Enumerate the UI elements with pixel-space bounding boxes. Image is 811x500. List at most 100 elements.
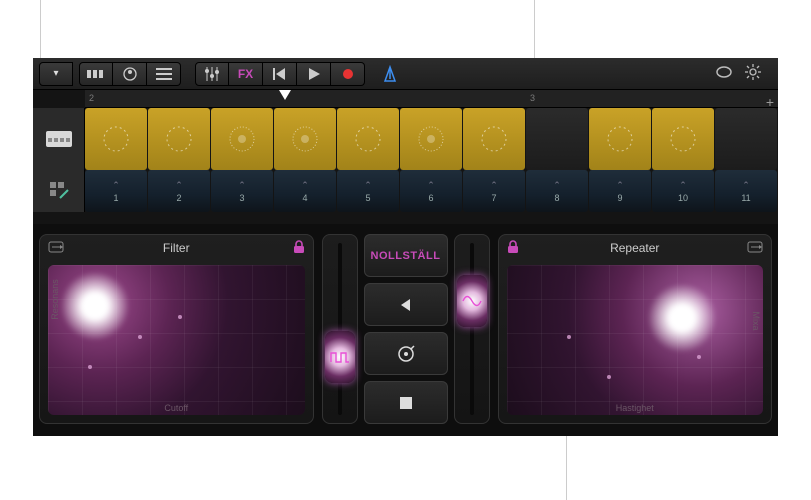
triangle-down-icon: ▾	[53, 68, 58, 79]
xy-grid	[507, 265, 764, 415]
loop-cell-10[interactable]	[652, 108, 714, 170]
step-sequencer-row: ⌃1 ⌃2 ⌃3 ⌃4 ⌃5 ⌃6 ⌃7 ⌃8 ⌃9 ⌃10 ⌃11	[33, 170, 778, 212]
playhead-icon[interactable]	[279, 90, 291, 100]
xy-touch-point	[647, 283, 717, 353]
step-11[interactable]: ⌃ 11	[715, 170, 777, 212]
step-4[interactable]: ⌃4	[274, 170, 336, 212]
step-number: 2	[176, 193, 181, 203]
loop-cell-4[interactable]	[274, 108, 336, 170]
loop-cell-7[interactable]	[463, 108, 525, 170]
step-6[interactable]: ⌃6	[400, 170, 462, 212]
scratch-button[interactable]	[364, 332, 448, 375]
repeater-x-axis-label: Hastighet	[616, 403, 654, 413]
reverse-play-icon	[398, 297, 414, 313]
ruler-mark-3: 3	[530, 93, 535, 103]
step-8[interactable]: ⌃8	[526, 170, 588, 212]
step-5[interactable]: ⌃5	[337, 170, 399, 212]
record-button[interactable]	[331, 62, 365, 86]
xy-touch-point	[60, 271, 130, 341]
track-header-instrument[interactable]	[33, 108, 85, 170]
chevron-up-icon: ⌃	[427, 180, 435, 191]
repeater-lock-button[interactable]	[507, 240, 519, 257]
loop-cell-5[interactable]	[337, 108, 399, 170]
stop-button[interactable]	[364, 381, 448, 424]
step-10[interactable]: ⌃10	[652, 170, 714, 212]
menu-dropdown-button[interactable]: ▾	[39, 62, 73, 86]
step-edit-button[interactable]	[33, 170, 85, 212]
list-icon	[156, 68, 172, 80]
play-icon	[307, 67, 321, 81]
fx-button[interactable]: FX	[229, 62, 263, 86]
gear-icon	[744, 63, 762, 81]
step-number: 7	[491, 193, 496, 203]
chevron-up-icon: ⌃	[742, 180, 750, 191]
view-cells-button[interactable]	[79, 62, 113, 86]
fx-center-controls: NOLLSTÄLL	[322, 234, 490, 424]
swap-icon	[745, 239, 765, 255]
reset-button[interactable]: NOLLSTÄLL	[364, 234, 448, 277]
chevron-up-icon: ⌃	[364, 180, 372, 191]
filter-pad-container: Filter Resonans Cutoff	[39, 234, 314, 424]
step-number: 11	[741, 193, 750, 203]
repeater-pad-title: Repeater	[610, 241, 659, 255]
play-button[interactable]	[297, 62, 331, 86]
chevron-up-icon: ⌃	[616, 180, 624, 191]
stop-icon	[399, 396, 413, 410]
wobble-slider[interactable]	[454, 234, 490, 424]
chevron-up-icon: ⌃	[175, 180, 183, 191]
repeater-xy-pad[interactable]: Mixa Hastighet	[507, 265, 764, 415]
step-number: 5	[365, 193, 370, 203]
metronome-button[interactable]	[373, 62, 407, 86]
loop-cell-8[interactable]	[526, 108, 588, 170]
filter-y-axis-label: Resonans	[50, 279, 60, 320]
go-to-start-button[interactable]	[263, 62, 297, 86]
filter-lock-button[interactable]	[293, 240, 305, 257]
loop-cell-1[interactable]	[85, 108, 147, 170]
step-1[interactable]: ⌃1	[85, 170, 147, 212]
loop-button[interactable]	[714, 64, 734, 83]
lock-icon	[293, 240, 305, 254]
drum-machine-icon	[45, 128, 73, 150]
filter-x-axis-label: Cutoff	[164, 403, 188, 413]
gater-slider[interactable]	[322, 234, 358, 424]
settings-button[interactable]	[744, 63, 762, 84]
skip-back-icon	[273, 67, 287, 81]
step-number: 9	[617, 193, 622, 203]
cells-icon	[87, 68, 105, 80]
ruler-mark-2: 2	[89, 93, 94, 103]
chevron-up-icon: ⌃	[553, 180, 561, 191]
view-drummer-button[interactable]	[113, 62, 147, 86]
loop-cell-2[interactable]	[148, 108, 210, 170]
slider-thumb	[325, 331, 355, 383]
grid-edit-icon	[48, 180, 70, 202]
reverse-button[interactable]	[364, 283, 448, 326]
timeline-ruler[interactable]: 2 3	[85, 90, 778, 108]
chevron-up-icon: ⌃	[490, 180, 498, 191]
metronome-icon	[381, 65, 399, 83]
mixer-button[interactable]	[195, 62, 229, 86]
loop-cell-6[interactable]	[400, 108, 462, 170]
step-3[interactable]: ⌃3	[211, 170, 273, 212]
step-number: 1	[113, 193, 118, 203]
loop-cell-11[interactable]	[715, 108, 777, 170]
loop-icon	[714, 64, 734, 80]
filter-randomize-button[interactable]	[46, 239, 66, 258]
sine-wave-icon	[462, 294, 482, 308]
repeater-y-axis-label: Mixa	[751, 311, 761, 330]
step-number: 3	[239, 193, 244, 203]
slider-thumb	[457, 275, 487, 327]
step-number: 6	[428, 193, 433, 203]
filter-pad-title: Filter	[163, 241, 190, 255]
step-7[interactable]: ⌃7	[463, 170, 525, 212]
loop-cell-9[interactable]	[589, 108, 651, 170]
step-number: 8	[554, 193, 559, 203]
live-loop-cells-row	[33, 108, 778, 170]
step-9[interactable]: ⌃9	[589, 170, 651, 212]
step-2[interactable]: ⌃2	[148, 170, 210, 212]
loop-cell-3[interactable]	[211, 108, 273, 170]
view-list-button[interactable]	[147, 62, 181, 86]
filter-xy-pad[interactable]: Resonans Cutoff	[48, 265, 305, 415]
repeater-randomize-button[interactable]	[745, 239, 765, 258]
lock-icon	[507, 240, 519, 254]
vinyl-icon	[397, 345, 415, 363]
